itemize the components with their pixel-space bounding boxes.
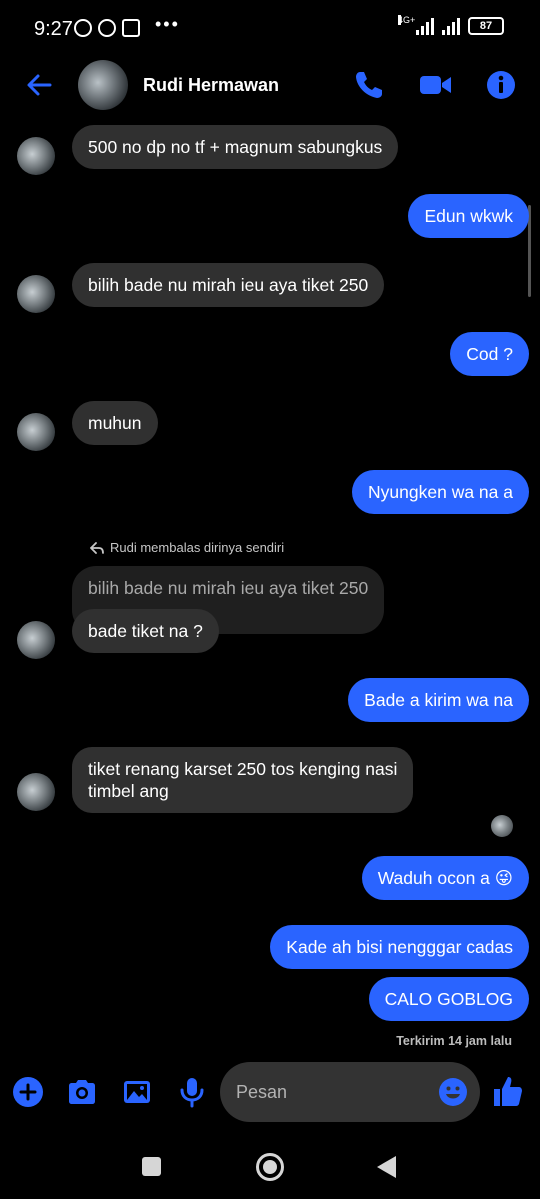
- message-outgoing[interactable]: Cod ?: [450, 332, 529, 376]
- seen-indicator-avatar: [491, 815, 513, 837]
- message-incoming[interactable]: bilih bade nu mirah ieu aya tiket 250: [72, 263, 385, 307]
- contact-avatar[interactable]: [78, 60, 128, 110]
- notification-icons: [74, 19, 140, 37]
- contact-avatar-small[interactable]: [17, 137, 55, 175]
- message-input[interactable]: [236, 1062, 436, 1122]
- message-outgoing[interactable]: CALO GOBLOG: [368, 977, 529, 1021]
- message-outgoing[interactable]: Nyungken wa na a: [352, 470, 529, 514]
- contact-avatar-small[interactable]: [17, 621, 55, 659]
- like-thumbs-up-icon[interactable]: [492, 1074, 524, 1108]
- reply-note-text: Rudi membalas dirinya sendiri: [110, 540, 285, 555]
- microphone-icon[interactable]: [176, 1076, 208, 1108]
- contact-name[interactable]: Rudi Hermawan: [143, 75, 279, 96]
- messenger-icon: [98, 19, 116, 37]
- more-notifications-icon: •••: [155, 14, 180, 34]
- message-composer: [0, 1062, 540, 1124]
- reply-icon: [90, 541, 104, 554]
- message-outgoing[interactable]: Kade ah bisi nengggar cadas: [270, 925, 529, 969]
- contact-avatar-small[interactable]: [17, 275, 55, 313]
- emoji-icon[interactable]: [438, 1077, 468, 1107]
- conversation-header: Rudi Hermawan: [0, 60, 540, 116]
- message-outgoing[interactable]: Bade a kirim wa na: [348, 678, 529, 722]
- status-right: 4G+ 87: [398, 15, 504, 35]
- message-incoming[interactable]: bade tiket na ?: [72, 609, 219, 653]
- system-navigation-bar: [0, 1134, 540, 1199]
- back-arrow-icon[interactable]: [24, 70, 54, 100]
- status-time: 9:27: [34, 18, 73, 40]
- message-incoming[interactable]: tiket renang karset 250 tos kenging nasi…: [72, 747, 414, 813]
- signal-icon: 4G+: [398, 15, 434, 35]
- phone-call-icon[interactable]: [352, 68, 386, 102]
- signal-icon-2: [442, 17, 460, 35]
- reply-note: Rudi membalas dirinya sendiri: [90, 540, 284, 555]
- camera-icon[interactable]: [66, 1076, 98, 1108]
- video-call-icon[interactable]: [418, 68, 452, 102]
- message-line: timbel ang: [88, 781, 169, 801]
- sent-status: Terkirim 14 jam lalu: [396, 1034, 512, 1048]
- message-incoming[interactable]: 500 no dp no tf + magnum sabungkus: [72, 125, 399, 169]
- back-button[interactable]: [377, 1156, 396, 1178]
- recents-button[interactable]: [142, 1157, 161, 1176]
- message-input-container[interactable]: [220, 1062, 480, 1122]
- contact-avatar-small[interactable]: [17, 773, 55, 811]
- gallery-icon[interactable]: [121, 1076, 153, 1108]
- network-type: 4G+: [398, 15, 416, 25]
- message-line: tiket renang karset 250 tos kenging nasi: [88, 759, 398, 779]
- message-outgoing[interactable]: Edun wkwk: [408, 194, 529, 238]
- battery-icon: 87: [468, 17, 504, 35]
- shop-icon: [122, 19, 140, 37]
- home-button[interactable]: [256, 1153, 284, 1181]
- whatsapp-icon: [74, 19, 92, 37]
- message-outgoing[interactable]: Waduh ocon a 😜: [361, 856, 529, 900]
- contact-avatar-small[interactable]: [17, 413, 55, 451]
- add-icon[interactable]: [12, 1076, 44, 1108]
- message-incoming[interactable]: muhun: [72, 401, 158, 445]
- status-bar: 9:27 ••• 4G+ 87: [0, 0, 540, 60]
- info-icon[interactable]: [484, 68, 518, 102]
